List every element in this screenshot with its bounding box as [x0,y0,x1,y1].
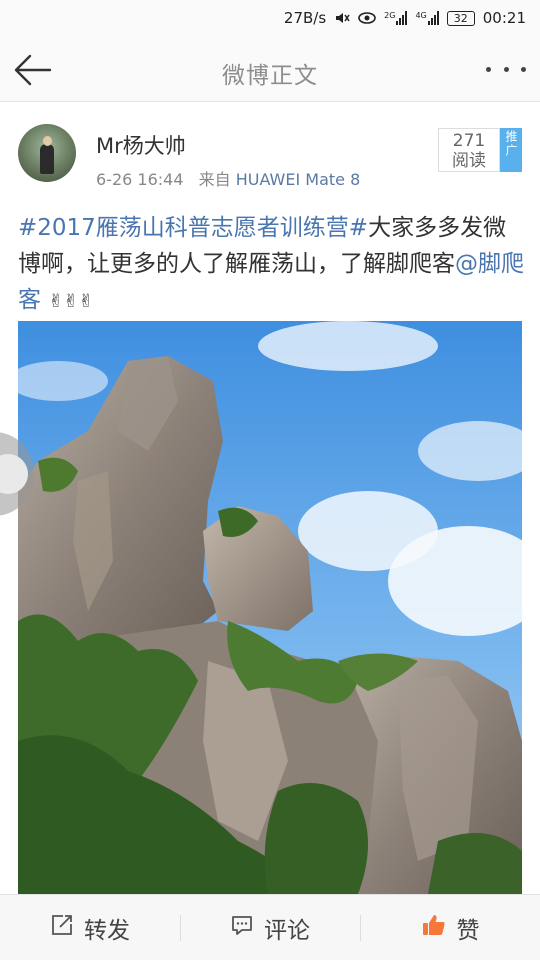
signal-4g-icon: 4G [415,11,439,25]
repost-label: 转发 [84,917,130,944]
nav-header: 微博正文 [0,36,540,102]
author-row: Mr杨大帅 6-26 16:44 来自 HUAWEI Mate 8 271 阅读… [0,102,540,202]
promote-button[interactable]: 推广 [500,128,522,172]
like-button[interactable]: 赞 [360,895,540,960]
battery-icon: 32 [446,10,475,26]
avatar[interactable] [18,124,76,182]
network-4g-label: 4G [415,11,427,20]
comment-label: 评论 [264,917,310,944]
topic-link[interactable]: #2017雁荡山科普志愿者训练营# [18,215,368,241]
comment-button[interactable]: 评论 [180,895,360,960]
handle-knob [0,454,28,494]
thumbs-up-icon [421,912,447,944]
read-label: 阅读 [452,151,486,171]
post-image[interactable] [18,321,522,894]
clock: 00:21 [482,9,526,27]
battery-level: 32 [453,11,468,25]
promo-label: 推广 [504,130,518,158]
read-count: 271 [452,131,486,151]
author-name[interactable]: Mr杨大帅 [96,130,186,160]
status-bar: 27B/s 2G 4G 32 00:21 [0,0,540,36]
page-title: 微博正文 [222,63,318,89]
post-text: #2017雁荡山科普志愿者训练营#大家多多发微博啊，让更多的人了解雁荡山，了解脚… [18,210,524,320]
repost-button[interactable]: 转发 [0,895,180,960]
eye-icon [358,11,376,25]
post-date: 6-26 16:44 [96,170,184,189]
comment-icon [230,913,254,943]
network-2g-label: 2G [384,11,396,20]
repost-icon [50,913,74,943]
net-speed: 27B/s [283,9,327,27]
signal-2g-icon: 2G [384,11,408,25]
action-bar: 转发 评论 赞 [0,894,540,960]
like-label: 赞 [456,917,480,944]
post-meta: 6-26 16:44 来自 HUAWEI Mate 8 [96,166,360,190]
source-prefix: 来自 [198,170,231,189]
victory-emoji-icon: ✌✌✌ [48,291,94,312]
source-device[interactable]: HUAWEI Mate 8 [236,170,361,189]
more-options-icon[interactable] [486,58,526,80]
mute-icon [334,10,350,26]
read-count-box: 271 阅读 [438,128,500,172]
